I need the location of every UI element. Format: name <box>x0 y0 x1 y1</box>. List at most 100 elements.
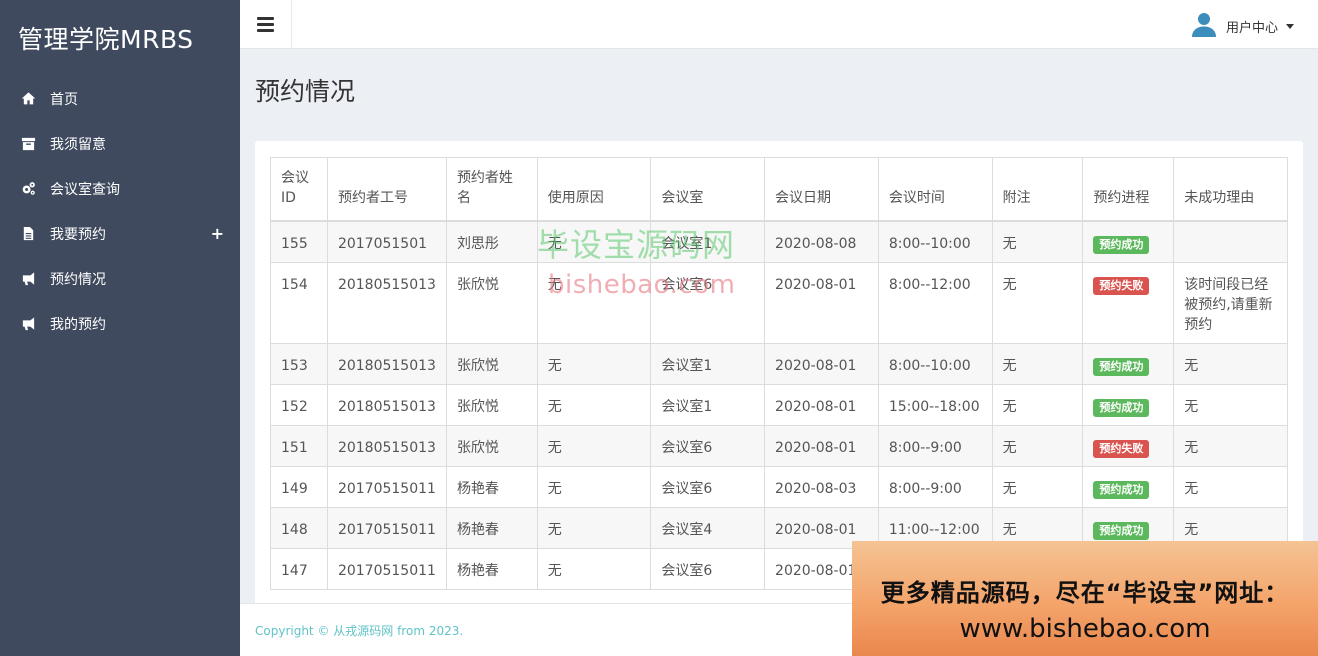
cell-time: 15:00--18:00 <box>877 383 993 426</box>
cell-room: 会议室1 <box>650 342 766 385</box>
table-row: 154 20180515013 张欣悦无会议室6 2020-08-01 8:00--12… <box>270 261 1288 344</box>
expand-icon[interactable]: + <box>211 224 224 243</box>
cell-reason: 无 <box>536 342 652 385</box>
cell-room: 会议室6 <box>650 547 766 590</box>
cell-user-id: 20170515011 <box>326 465 447 508</box>
top-navbar: 用户中心 <box>240 0 1318 49</box>
sidebar-item-label: 首页 <box>50 91 78 108</box>
cell-note: 无 <box>991 261 1084 344</box>
status-badge: 预约成功 <box>1093 236 1150 254</box>
cell-note: 无 <box>991 220 1084 263</box>
col-header-time: 会议时间 <box>877 157 993 222</box>
cell-meeting-id: 155 <box>270 220 328 263</box>
cell-user-name: 张欣悦 <box>445 424 538 467</box>
watermark-en: bishebao.com <box>548 270 736 300</box>
cell-user-id: 2017051501 <box>326 220 447 263</box>
cell-room: 会议室4 <box>650 506 766 549</box>
cell-room: 会议室6 <box>650 465 766 508</box>
cell-date: 2020-08-01 <box>764 261 879 344</box>
status-badge: 预约成功 <box>1093 480 1150 499</box>
user-center-dropdown[interactable]: 用户中心 <box>1190 10 1294 42</box>
table-header-row: 会议 ID 预约者工号 预约者姓名 使用原因 会议室 会议日期 会议时间 附注 预… <box>270 157 1288 222</box>
col-header-date: 会议日期 <box>764 157 879 222</box>
cell-user-id: 20180515013 <box>326 261 447 344</box>
col-header-reason: 使用原因 <box>536 157 652 222</box>
sidebar-item-my-bookings[interactable]: 我的预约 <box>0 301 240 346</box>
cell-fail-reason: 无 <box>1173 424 1288 467</box>
sidebar-toggle-button[interactable] <box>240 0 292 49</box>
cell-user-id: 20170515011 <box>326 506 447 549</box>
col-header-user-name: 预约者姓名 <box>445 157 538 222</box>
cell-meeting-id: 153 <box>270 342 328 385</box>
cell-meeting-id: 151 <box>270 424 328 467</box>
cell-status: 预约成功 <box>1082 342 1175 385</box>
cell-meeting-id: 154 <box>270 261 328 344</box>
col-header-status: 预约进程 <box>1082 157 1175 222</box>
col-header-room: 会议室 <box>650 157 766 222</box>
bullhorn-icon <box>20 271 36 287</box>
cell-fail-reason: 该时间段已经被预约,请重新预约 <box>1173 261 1288 344</box>
col-header-fail-reason: 未成功理由 <box>1173 157 1288 222</box>
user-avatar-icon <box>1190 10 1218 42</box>
cell-note: 无 <box>991 342 1084 385</box>
cell-user-id: 20180515013 <box>326 383 447 426</box>
table-row: 153 20180515013 张欣悦无会议室1 2020-08-01 8:00--10… <box>270 342 1288 385</box>
page-title: 预约情况 <box>255 77 356 106</box>
cell-date: 2020-08-08 <box>764 220 879 263</box>
cell-time: 8:00--9:00 <box>877 465 993 508</box>
cell-fail-reason <box>1173 220 1288 263</box>
cell-meeting-id: 152 <box>270 383 328 426</box>
cell-user-name: 张欣悦 <box>445 342 538 385</box>
archive-icon <box>20 136 36 152</box>
cell-fail-reason: 无 <box>1173 383 1288 426</box>
cell-time: 8:00--9:00 <box>877 424 993 467</box>
sidebar-item-booking-status[interactable]: 预约情况 <box>0 256 240 301</box>
cell-reason: 无 <box>536 383 652 426</box>
sidebar-item-make-booking[interactable]: 我要预约 + <box>0 211 240 256</box>
footer-copyright: Copyright © 从戎源码网 from 2023. <box>255 624 464 638</box>
cell-time: 8:00--10:00 <box>877 220 993 263</box>
sidebar-item-notice[interactable]: 我须留意 <box>0 121 240 166</box>
booking-table: 会议 ID 预约者工号 预约者姓名 使用原因 会议室 会议日期 会议时间 附注 预… <box>270 157 1288 590</box>
status-badge: 预约失败 <box>1093 276 1150 295</box>
cell-time: 8:00--10:00 <box>877 342 993 385</box>
file-icon <box>20 226 36 242</box>
sidebar-item-label: 我的预约 <box>50 316 106 333</box>
cell-status: 预约成功 <box>1082 465 1175 508</box>
cell-user-id: 20170515011 <box>326 547 447 590</box>
cell-note: 无 <box>991 465 1084 508</box>
cell-room: 会议室6 <box>650 424 766 467</box>
gears-icon <box>20 181 36 197</box>
table-row: 155 2017051501 刘思彤无会议室1 2020-08-08 8:00--10:… <box>270 220 1288 263</box>
sidebar-item-home[interactable]: 首页 <box>0 76 240 121</box>
status-badge: 预约失败 <box>1093 439 1150 458</box>
table-body: 155 2017051501 刘思彤无会议室1 2020-08-08 8:00--10:… <box>270 220 1288 590</box>
col-header-meeting-id: 会议 ID <box>270 157 328 222</box>
cell-user-id: 20180515013 <box>326 342 447 385</box>
cell-fail-reason: 无 <box>1173 465 1288 508</box>
status-badge: 预约成功 <box>1093 357 1150 376</box>
cell-user-name: 张欣悦 <box>445 383 538 426</box>
caret-down-icon <box>1286 23 1294 29</box>
cell-date: 2020-08-03 <box>764 465 879 508</box>
cell-status: 预约失败 <box>1082 424 1175 467</box>
status-badge: 预约成功 <box>1093 521 1150 540</box>
cell-meeting-id: 147 <box>270 547 328 590</box>
cell-fail-reason: 无 <box>1173 342 1288 385</box>
cell-user-name: 刘思彤 <box>445 220 538 263</box>
sidebar-item-label: 预约情况 <box>50 271 106 288</box>
hamburger-icon <box>257 14 274 35</box>
sidebar-item-room-query[interactable]: 会议室查询 <box>0 166 240 211</box>
table-row: 151 20180515013 张欣悦无会议室6 2020-08-01 8:00--9:… <box>270 424 1288 467</box>
ad-line-1: 更多精品源码，尽在“毕设宝”网址： <box>880 579 1290 607</box>
cell-user-name: 张欣悦 <box>445 261 538 344</box>
ad-banner[interactable]: 更多精品源码，尽在“毕设宝”网址： www.bishebao.com <box>852 541 1318 656</box>
user-center-label: 用户中心 <box>1225 20 1278 36</box>
sidebar-item-label: 我须留意 <box>50 136 106 153</box>
cell-meeting-id: 149 <box>270 465 328 508</box>
home-icon <box>20 91 36 107</box>
cell-reason: 无 <box>536 424 652 467</box>
brand-title[interactable]: 管理学院MRBS <box>0 0 240 76</box>
sidebar: 管理学院MRBS 首页 我须留意 会议室查询 我要预约 + 预约情况 我的预约 <box>0 0 240 656</box>
sidebar-item-label: 会议室查询 <box>50 181 120 198</box>
